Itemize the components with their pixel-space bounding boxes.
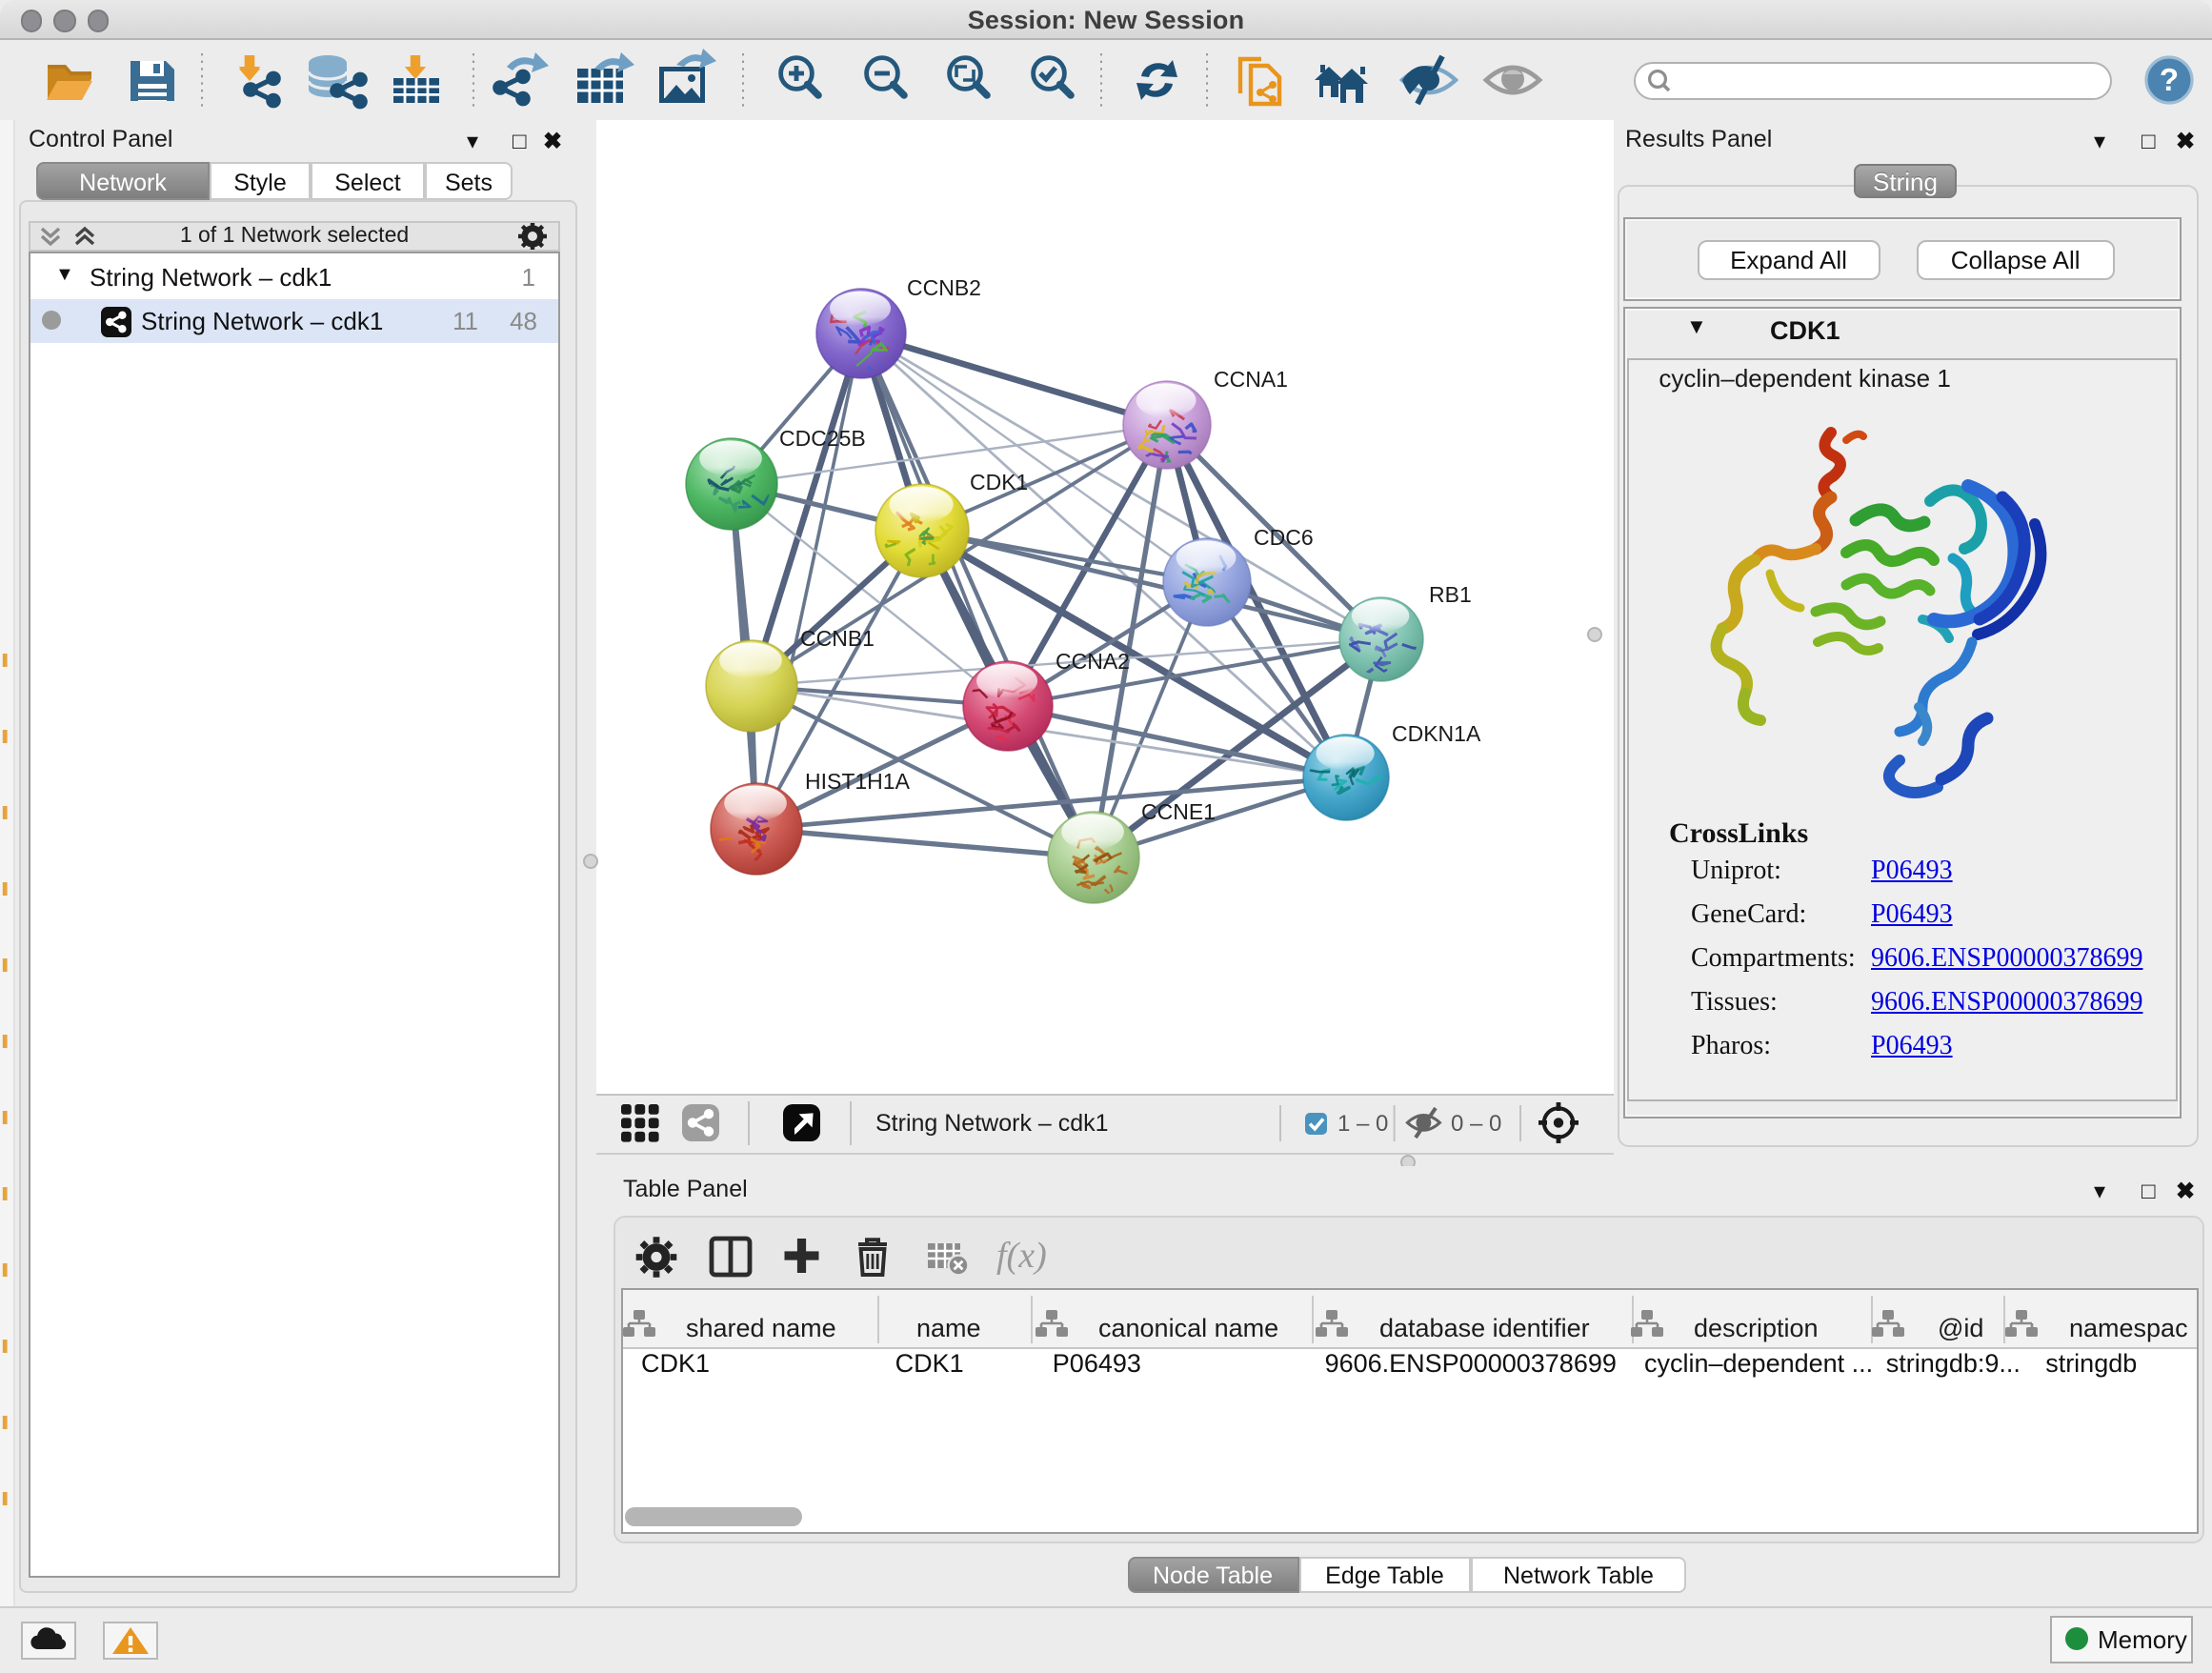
- svg-text:CCNA1: CCNA1: [1214, 367, 1288, 392]
- svg-text:f(x): f(x): [996, 1236, 1047, 1276]
- svg-text:CDK1: CDK1: [641, 1349, 710, 1378]
- svg-text:shared name: shared name: [686, 1314, 836, 1342]
- svg-text:CDK1: CDK1: [970, 470, 1028, 494]
- svg-text:CCNB2: CCNB2: [907, 275, 981, 300]
- svg-text:cyclin–dependent ...: cyclin–dependent ...: [1644, 1349, 1873, 1378]
- svg-text:namespac: namespac: [2069, 1314, 2188, 1342]
- svg-text:stringdb:9...: stringdb:9...: [1886, 1349, 2021, 1378]
- svg-text:CDKN1A: CDKN1A: [1392, 721, 1481, 746]
- svg-text:name: name: [916, 1314, 981, 1342]
- svg-text:P06493: P06493: [1053, 1349, 1141, 1378]
- svg-text:CDC6: CDC6: [1254, 525, 1314, 550]
- svg-text:database identifier: database identifier: [1379, 1314, 1590, 1342]
- svg-text:CDC25B: CDC25B: [779, 426, 866, 451]
- svg-text:@id: @id: [1938, 1314, 1983, 1342]
- svg-text:stringdb: stringdb: [2045, 1349, 2137, 1378]
- svg-text:CCNE1: CCNE1: [1141, 799, 1216, 824]
- svg-text:description: description: [1694, 1314, 1819, 1342]
- svg-text:9606.ENSP00000378699: 9606.ENSP00000378699: [1325, 1349, 1617, 1378]
- svg-text:?: ?: [2160, 62, 2179, 97]
- svg-text:canonical name: canonical name: [1098, 1314, 1278, 1342]
- svg-text:CCNA2: CCNA2: [1056, 649, 1130, 674]
- svg-text:CDK1: CDK1: [895, 1349, 964, 1378]
- svg-text:CCNB1: CCNB1: [800, 626, 875, 651]
- svg-text:0 – 0: 0 – 0: [1451, 1111, 1501, 1137]
- svg-text:HIST1H1A: HIST1H1A: [805, 769, 911, 794]
- svg-text:1 – 0: 1 – 0: [1337, 1111, 1388, 1137]
- svg-text:RB1: RB1: [1429, 582, 1472, 607]
- svg-text:String Network – cdk1: String Network – cdk1: [875, 1110, 1109, 1137]
